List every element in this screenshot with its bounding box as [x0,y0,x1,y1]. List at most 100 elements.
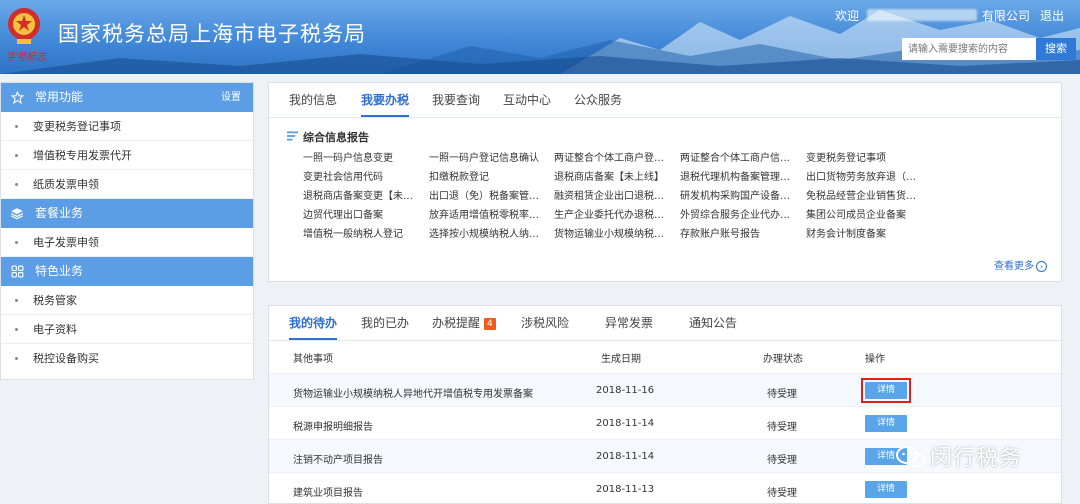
section-title-text: 综合信息报告 [303,131,369,144]
star-icon [9,83,25,112]
sidebar-section-title: 常用功能 [35,90,84,104]
tab-notices[interactable]: 通知公告 [689,306,737,340]
todo-status: 待受理 [767,389,797,400]
highlight-box [861,378,911,403]
watermark: 闵行税务 [896,440,1022,472]
tab-my-done[interactable]: 我的已办 [361,306,409,340]
detail-button[interactable]: 详情 [865,481,907,498]
tab-my-info[interactable]: 我的信息 [289,83,337,117]
service-link[interactable]: 增值税一般纳税人登记 [303,225,421,240]
todo-date: 2018-11-14 [596,418,655,429]
tax-emblem-icon [8,8,40,44]
service-link[interactable]: 一照一码户信息变更 [303,149,421,164]
tab-divider [269,117,1061,118]
view-more-link[interactable]: 查看更多 › [994,257,1047,272]
detail-button[interactable]: 详情 [865,415,907,432]
sidebar-section-title: 特色业务 [35,264,84,278]
tab-public-service[interactable]: 公众服务 [574,83,622,117]
view-more-label: 查看更多 [994,261,1034,272]
service-link[interactable]: 扣缴税款登记 [429,168,547,183]
column-header: 操作 [865,354,885,365]
todo-status: 待受理 [767,422,797,433]
todo-panel: 我的待办 我的已办 办税提醒 4 涉税风险 异常发票 通知公告 其他事项 生成日期… [268,305,1062,504]
column-header: 生成日期 [601,354,641,365]
sidebar-item[interactable]: 增值税专用发票代开 [1,141,253,170]
service-link[interactable]: 财务会计制度备案 [806,225,924,240]
todo-status: 待受理 [767,488,797,499]
site-title: 国家税务总局上海市电子税务局 [58,22,366,46]
service-link[interactable]: 外贸综合服务企业代办… [680,206,798,221]
grid-icon [9,257,25,286]
service-link[interactable]: 生产企业委托代办退税… [554,206,672,221]
sidebar-item[interactable]: 电子资料 [1,315,253,344]
table-row: 货物运输业小规模纳税人异地代开增值税专用发票备案 2018-11-16 待受理 … [269,373,1061,406]
tab-tax-risk[interactable]: 涉税风险 [521,306,569,340]
sidebar-section-common[interactable]: 常用功能 设置 [1,83,253,112]
sidebar-section-package[interactable]: 套餐业务 [1,199,253,228]
service-link[interactable]: 两证整合个体工商户信… [680,149,798,164]
tab-handle-tax[interactable]: 我要办税 [361,83,410,117]
emblem-caption: 字号标志 [6,52,46,63]
tab-abnormal-invoice[interactable]: 异常发票 [605,306,653,340]
todo-date: 2018-11-16 [596,385,655,396]
search-input[interactable] [902,38,1036,60]
service-link[interactable]: 退税商店备案变更【未… [303,187,421,202]
todo-tabs: 我的待办 我的已办 办税提醒 4 涉税风险 异常发票 通知公告 [269,306,1061,340]
tax-services-panel: 我的信息 我要办税 我要查询 互动中心 公众服务 综合信息报告 一照一码户信息变… [268,82,1062,282]
sidebar-item[interactable]: 纸质发票申领 [1,170,253,199]
search-button[interactable]: 搜索 [1036,38,1076,60]
todo-date: 2018-11-13 [596,484,655,495]
service-link[interactable]: 存款账户账号报告 [680,225,798,240]
todo-date: 2018-11-14 [596,451,655,462]
tab-tax-reminder[interactable]: 办税提醒 4 [432,306,496,340]
company-name-suffix: 有限公司 [982,9,1031,23]
sidebar-settings-link[interactable]: 设置 [221,83,241,112]
service-link[interactable]: 边贸代理出口备案 [303,206,421,221]
reminder-count-badge: 4 [484,318,496,330]
tab-query[interactable]: 我要查询 [432,83,480,117]
welcome-text: 欢迎 [835,9,860,23]
service-link[interactable]: 研发机构采购国产设备… [680,187,798,202]
service-link[interactable]: 变更税务登记事项 [806,149,924,164]
sidebar: 常用功能 设置 变更税务登记事项 增值税专用发票代开 纸质发票申领 套餐业务 电… [0,82,254,380]
table-header: 其他事项 生成日期 办理状态 操作 [269,344,1061,368]
logout-link[interactable]: 退出 [1040,7,1064,24]
todo-item-name: 注销不动产项目报告 [293,455,383,466]
service-link[interactable]: 免税品经营企业销售货… [806,187,924,202]
table-row: 税源申报明细报告 2018-11-14 待受理 详情 [269,406,1061,439]
service-link[interactable]: 退税代理机构备案管理… [680,168,798,183]
report-list-icon [287,131,299,144]
service-link[interactable]: 两证整合个体工商户登… [554,149,672,164]
sidebar-item[interactable]: 电子发票申领 [1,228,253,257]
column-header: 其他事项 [293,354,333,365]
tab-interaction[interactable]: 互动中心 [503,83,551,117]
sidebar-section-special[interactable]: 特色业务 [1,257,253,286]
top-banner: 字号标志 国家税务总局上海市电子税务局 欢迎 有限公司 退出 搜索 [0,0,1080,74]
watermark-text: 闵行税务 [930,446,1023,471]
service-link[interactable]: 变更社会信用代码 [303,168,421,183]
service-link[interactable]: 一照一码户登记信息确认 [429,149,547,164]
service-link[interactable]: 融资租赁企业出口退税… [554,187,672,202]
sidebar-item[interactable]: 变更税务登记事项 [1,112,253,141]
tab-tax-reminder-label: 办税提醒 [432,316,481,330]
todo-item-name: 税源申报明细报告 [293,422,373,433]
tab-my-todo[interactable]: 我的待办 [289,306,338,340]
sidebar-item[interactable]: 税务管家 [1,286,253,315]
service-tabs: 我的信息 我要办税 我要查询 互动中心 公众服务 [269,83,1061,117]
service-link[interactable]: 放弃适用增值税零税率… [429,206,547,221]
masked-username [867,9,977,21]
service-link[interactable]: 退税商店备案【未上线】 [554,168,672,183]
table-row: 建筑业项目报告 2018-11-13 待受理 详情 [269,472,1061,504]
sidebar-section-title: 套餐业务 [35,206,84,220]
service-link[interactable]: 选择按小规模纳税人纳… [429,225,547,240]
service-link[interactable]: 集团公司成员企业备案 [806,206,924,221]
service-link[interactable]: 货物运输业小规模纳税… [554,225,672,240]
wechat-icon [896,446,925,468]
arrow-right-circle-icon: › [1036,260,1047,272]
service-link[interactable]: 出口退（免）税备案管… [429,187,547,202]
sidebar-item[interactable]: 税控设备购买 [1,344,253,373]
column-header: 办理状态 [763,354,803,365]
service-link[interactable]: 出口货物劳务放弃退（… [806,168,924,183]
layers-icon [9,199,25,228]
todo-item-name: 建筑业项目报告 [293,488,363,499]
